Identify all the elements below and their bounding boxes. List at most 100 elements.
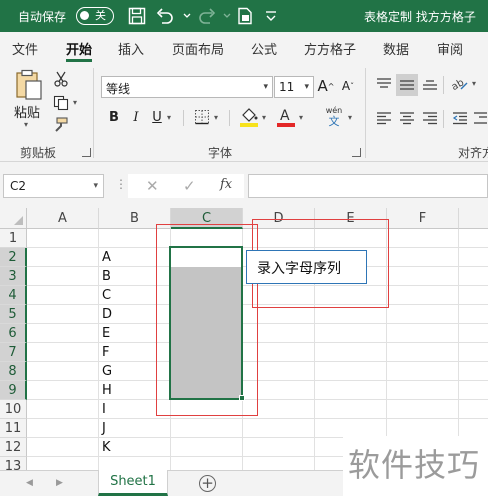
row-header-5[interactable]: 5	[0, 305, 27, 324]
tab-insert[interactable]: 插入	[118, 39, 144, 58]
add-sheet-icon[interactable]: +	[199, 475, 216, 492]
paste-icon[interactable]	[12, 68, 46, 102]
autosave-state: 关	[95, 9, 106, 22]
watermark-text: 软件技巧	[348, 446, 481, 484]
tab-page-layout[interactable]: 页面布局	[172, 39, 224, 58]
underline-button[interactable]: U	[150, 108, 164, 126]
cell-b2[interactable]: A	[102, 250, 111, 265]
cell-b4[interactable]: C	[102, 288, 111, 303]
row-header-10[interactable]: 10	[0, 400, 27, 419]
row-header-11[interactable]: 11	[0, 419, 27, 438]
column-header-f[interactable]: F	[387, 208, 459, 229]
row-header-8[interactable]: 8	[0, 362, 27, 381]
undo-dropdown-icon[interactable]	[176, 5, 198, 27]
formula-input[interactable]	[248, 174, 488, 198]
font-size-select[interactable]: 11 ▾	[274, 76, 314, 98]
gridline	[458, 229, 459, 470]
tab-file[interactable]: 文件	[12, 39, 38, 58]
cell-b9[interactable]: H	[102, 383, 112, 398]
clipboard-launcher-icon[interactable]	[82, 148, 91, 157]
undo-icon[interactable]	[154, 5, 176, 27]
decrease-indent-icon[interactable]	[450, 108, 470, 128]
phonetic-dropdown-icon[interactable]: ▾	[348, 113, 352, 122]
tab-review[interactable]: 审阅	[437, 39, 463, 58]
clipboard-group-label: 剪贴板	[20, 146, 57, 160]
prev-sheet-icon[interactable]: ◀	[26, 478, 33, 488]
more-icon[interactable]	[260, 5, 282, 27]
row-header-3[interactable]: 3	[0, 267, 27, 286]
tab-data[interactable]: 数据	[383, 39, 409, 58]
fill-color-icon[interactable]	[239, 106, 259, 128]
cut-icon[interactable]	[52, 70, 70, 88]
row-header-6[interactable]: 6	[0, 324, 27, 343]
row-header-1[interactable]: 1	[0, 229, 27, 248]
align-right-icon[interactable]	[420, 108, 440, 128]
enter-icon[interactable]: ✓	[183, 177, 196, 195]
cancel-icon[interactable]: ✕	[146, 177, 159, 195]
divider	[183, 110, 184, 126]
orientation-dropdown-icon[interactable]: ▾	[472, 79, 476, 88]
cell-b8[interactable]: G	[102, 364, 112, 379]
spreadsheet-grid[interactable]: A B C D E F 1 2 3 4 5 6 7 8 9 10 11 12 1…	[0, 208, 488, 470]
cell-b6[interactable]: E	[102, 326, 110, 341]
copy-dropdown-icon[interactable]: ▾	[73, 98, 77, 107]
font-size-value: 11	[279, 80, 295, 94]
align-center-icon[interactable]	[397, 108, 417, 128]
font-launcher-icon[interactable]	[352, 148, 361, 157]
row-header-4[interactable]: 4	[0, 286, 27, 305]
align-middle-icon[interactable]	[396, 74, 418, 96]
paste-dropdown-icon[interactable]: ▾	[24, 120, 28, 129]
phonetic-guide-icon[interactable]: wén 文	[322, 106, 346, 130]
increase-indent-icon[interactable]	[472, 108, 488, 128]
cell-b5[interactable]: D	[102, 307, 112, 322]
cell-b10[interactable]: I	[102, 402, 106, 417]
drag-handle-icon[interactable]: ⋮	[115, 177, 127, 191]
row-header-13[interactable]: 13	[0, 457, 27, 470]
chevron-down-icon: ▾	[304, 82, 309, 92]
group-separator	[93, 68, 94, 158]
cell-b11[interactable]: J	[102, 421, 106, 436]
orientation-icon[interactable]: ab	[450, 74, 470, 94]
paste-label[interactable]: 粘贴	[14, 102, 40, 121]
format-painter-icon[interactable]	[52, 116, 70, 134]
tab-fangfang[interactable]: 方方格子	[304, 39, 356, 58]
formula-buttons: ✕ ✓ fx	[128, 174, 244, 198]
align-top-icon[interactable]	[374, 74, 394, 94]
save-icon[interactable]	[126, 5, 148, 27]
align-left-icon[interactable]	[374, 108, 394, 128]
new-doc-icon[interactable]	[234, 5, 256, 27]
font-name-select[interactable]: 等线 ▾	[101, 76, 273, 98]
border-dropdown-icon[interactable]: ▾	[214, 113, 218, 122]
sheet-tab-sheet1[interactable]: Sheet1	[98, 470, 168, 496]
row-header-9[interactable]: 9	[0, 381, 27, 400]
underline-dropdown-icon[interactable]: ▾	[167, 113, 171, 122]
fill-color-dropdown-icon[interactable]: ▾	[262, 113, 266, 122]
align-bottom-icon[interactable]	[420, 74, 440, 94]
italic-button[interactable]: I	[129, 108, 143, 126]
redo-icon[interactable]	[196, 5, 218, 27]
column-header-a[interactable]: A	[27, 208, 99, 229]
tab-home[interactable]: 开始	[66, 39, 92, 58]
cell-b3[interactable]: B	[102, 269, 111, 284]
next-sheet-icon[interactable]: ▶	[56, 478, 63, 488]
insert-function-icon[interactable]: fx	[220, 177, 232, 192]
font-color-icon[interactable]: A	[276, 106, 296, 128]
cell-b12[interactable]: K	[102, 440, 111, 455]
row-header-7[interactable]: 7	[0, 343, 27, 362]
autosave-toggle[interactable]: 关	[76, 7, 114, 25]
select-all-corner[interactable]	[0, 208, 27, 229]
name-box[interactable]: C2 ▾	[3, 174, 104, 198]
increase-font-icon[interactable]: A ^	[317, 76, 335, 96]
row-header-2[interactable]: 2	[0, 248, 27, 267]
formula-bar-area: C2 ▾ ⋮ ✕ ✓ fx	[0, 162, 488, 208]
border-icon[interactable]	[193, 108, 211, 126]
instruction-note: 录入字母序列	[246, 250, 367, 284]
column-header-g[interactable]	[459, 208, 488, 229]
bold-button[interactable]: B	[107, 108, 121, 126]
font-color-dropdown-icon[interactable]: ▾	[299, 113, 303, 122]
row-header-12[interactable]: 12	[0, 438, 27, 457]
copy-icon[interactable]	[52, 94, 70, 112]
cell-b7[interactable]: F	[102, 345, 109, 360]
decrease-font-icon[interactable]: Aˇ	[339, 76, 357, 96]
tab-formulas[interactable]: 公式	[251, 39, 277, 58]
